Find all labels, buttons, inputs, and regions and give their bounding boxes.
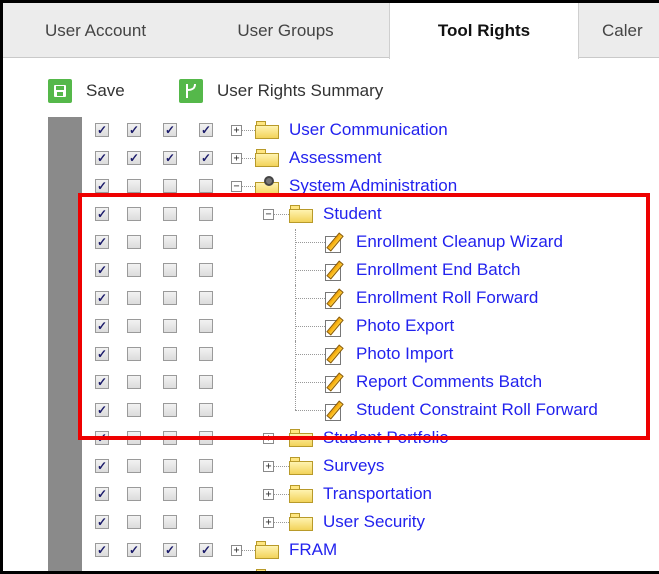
expand-icon[interactable]: + (231, 125, 242, 136)
right-checkbox[interactable] (127, 459, 141, 473)
tree-item-label[interactable]: Transportation (323, 484, 432, 504)
right-checkbox[interactable]: ✓ (199, 543, 213, 557)
tab-user-groups[interactable]: User Groups (193, 3, 378, 58)
tree-item-label[interactable]: Messenger (289, 568, 373, 571)
tree-row: ✓ + User Security (3, 509, 659, 536)
folder-icon (255, 149, 279, 167)
tree-connector (274, 522, 289, 523)
right-checkbox[interactable] (199, 179, 213, 193)
right-checkbox[interactable] (127, 179, 141, 193)
right-checkbox[interactable]: ✓ (199, 151, 213, 165)
expand-icon[interactable]: + (231, 153, 242, 164)
folder-icon (289, 485, 313, 503)
tab-tool-rights[interactable]: Tool Rights (389, 3, 579, 59)
tab-user-account[interactable]: User Account (3, 3, 188, 58)
right-checkbox[interactable] (199, 515, 213, 529)
expand-icon[interactable]: + (263, 517, 274, 528)
right-checkbox[interactable]: ✓ (163, 151, 177, 165)
tree-row: ✓✓✓✓+Messenger (3, 565, 659, 571)
right-checkbox[interactable]: ✓ (95, 179, 109, 193)
right-checkbox[interactable]: ✓ (95, 459, 109, 473)
toolbar: Save User Rights Summary (3, 59, 659, 111)
folder-icon (255, 121, 279, 139)
folder-icon (289, 457, 313, 475)
right-checkbox[interactable]: ✓ (95, 515, 109, 529)
right-checkbox[interactable] (163, 179, 177, 193)
right-checkbox[interactable]: ✓ (163, 543, 177, 557)
right-checkbox[interactable]: ✓ (163, 123, 177, 137)
tree-item-label[interactable]: User Security (323, 512, 425, 532)
right-checkbox[interactable]: ✓ (199, 123, 213, 137)
tool-rights-panel: User Account User Groups Tool Rights Cal… (0, 0, 659, 574)
tab-calendar[interactable]: Caler (602, 3, 659, 58)
user-rights-summary-button[interactable]: User Rights Summary (179, 76, 383, 106)
branch-icon (179, 79, 203, 103)
right-checkbox[interactable]: ✓ (95, 543, 109, 557)
tree-row: ✓ ✓ ✓ ✓ + User Communication (3, 117, 659, 144)
user-rights-summary-label: User Rights Summary (217, 81, 384, 100)
tree-connector (242, 158, 255, 159)
tree-row: ✓ + Transportation (3, 481, 659, 508)
tree-row: ✓ ✓ ✓ ✓ + Assessment (3, 145, 659, 172)
expand-icon[interactable]: + (263, 489, 274, 500)
tab-bar: User Account User Groups Tool Rights Cal… (3, 3, 659, 59)
folder-icon (289, 513, 313, 531)
tree-item-label[interactable]: Assessment (289, 148, 382, 168)
right-checkbox[interactable] (163, 459, 177, 473)
save-label: Save (86, 81, 125, 100)
folder-icon (255, 569, 279, 571)
highlight-box (78, 193, 650, 440)
tree-connector (242, 130, 255, 131)
tree-item-label[interactable]: User Communication (289, 120, 448, 140)
right-checkbox[interactable] (163, 487, 177, 501)
right-checkbox[interactable]: ✓ (127, 543, 141, 557)
tree-row: ✓ + Surveys (3, 453, 659, 480)
right-checkbox[interactable] (199, 487, 213, 501)
right-checkbox[interactable] (163, 515, 177, 529)
save-icon (48, 79, 72, 103)
save-button[interactable]: Save (48, 76, 125, 106)
right-checkbox[interactable]: ✓ (95, 123, 109, 137)
tree-connector (242, 550, 255, 551)
right-checkbox[interactable]: ✓ (127, 151, 141, 165)
tree-item-label[interactable]: Surveys (323, 456, 384, 476)
expand-icon[interactable]: + (231, 545, 242, 556)
tree-item-label[interactable]: FRAM (289, 540, 337, 560)
collapse-icon[interactable]: − (231, 181, 242, 192)
tree-connector (242, 186, 255, 187)
tree-connector (274, 466, 289, 467)
folder-icon (255, 541, 279, 559)
right-checkbox[interactable] (199, 459, 213, 473)
expand-icon[interactable]: + (263, 461, 274, 472)
right-checkbox[interactable]: ✓ (95, 151, 109, 165)
tree-row: ✓ ✓ ✓ ✓ + FRAM (3, 537, 659, 564)
right-checkbox[interactable] (127, 487, 141, 501)
right-checkbox[interactable] (127, 515, 141, 529)
tree-connector (274, 494, 289, 495)
right-checkbox[interactable]: ✓ (95, 487, 109, 501)
right-checkbox[interactable]: ✓ (127, 123, 141, 137)
